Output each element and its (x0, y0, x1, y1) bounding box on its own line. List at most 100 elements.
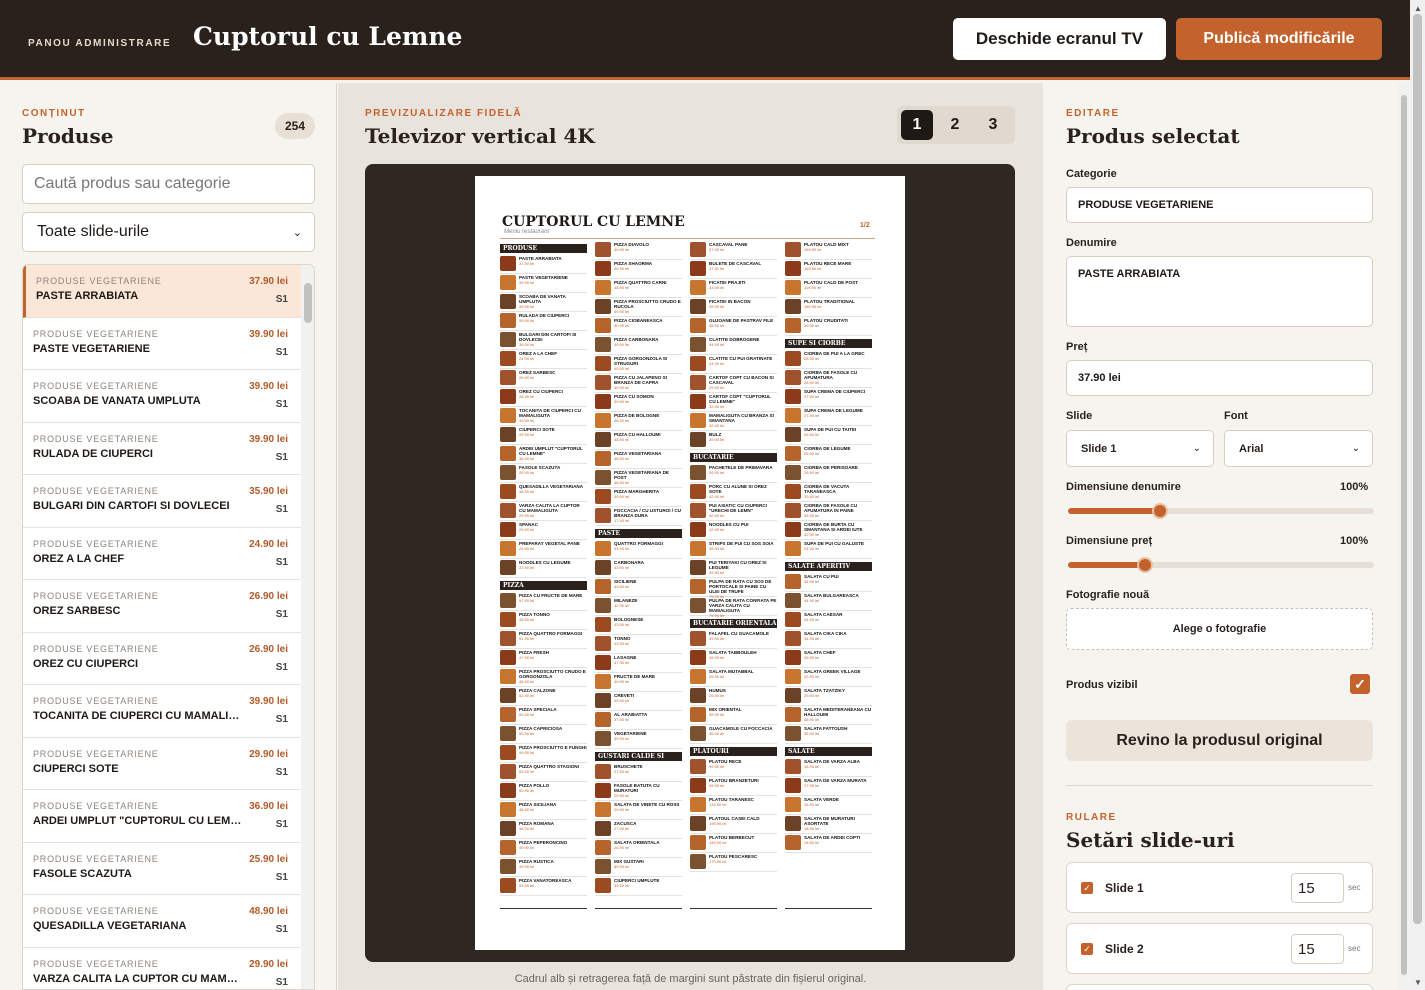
menu-item: PIZZA PROSCIUTTO E FUNGHI 49.90 lei (500, 744, 587, 763)
edit-kicker: EDITARE (1066, 108, 1120, 119)
open-tv-screen-button[interactable]: Deschide ecranul TV (953, 18, 1166, 60)
menu-item-price: 49.90 lei (614, 385, 630, 390)
product-category: PRODUSE VEGETARIENE (33, 906, 159, 916)
menu-item-price: 26.90 lei (519, 394, 535, 399)
slide-enabled-checkbox[interactable]: ✓ (1081, 882, 1093, 894)
menu-item-thumbnail (690, 816, 706, 831)
product-list-item[interactable]: PRODUSE VEGETARIENE PASTE ARRABIATA 37.90 … (23, 265, 314, 318)
menu-item-thumbnail (785, 688, 801, 703)
menu-item-name: PULPA DE RATA CU SOS DE PORTOCALE SI PAI… (709, 579, 772, 594)
page-button-3[interactable]: 3 (977, 110, 1009, 140)
product-slide: S1 (275, 714, 288, 725)
slide-select[interactable]: Slide 1 ⌄ (1066, 430, 1214, 467)
menu-item-price: 26.90 lei (614, 845, 630, 850)
slide-duration-input[interactable]: 15 (1291, 934, 1344, 964)
scrollbar-thumb[interactable] (1413, 14, 1422, 924)
product-list-item[interactable]: PRODUSE VEGETARIENE RULADA DE CIUPERCI 39.… (23, 422, 314, 475)
menu-item: PIZZA SICILIANA 48.90 lei (500, 801, 587, 820)
menu-item-thumbnail (785, 465, 801, 480)
menu-item-thumbnail (500, 745, 516, 760)
publish-changes-button[interactable]: Publică modificările (1176, 18, 1382, 60)
product-list-item[interactable]: PRODUSE VEGETARIENE PASTE VEGETARIENE 39.9… (23, 317, 314, 370)
menu-item: RULADA DE CIUPERCI 39.90 lei (500, 312, 587, 331)
slide-duration-input[interactable]: 15 (1291, 873, 1344, 903)
menu-item: PIZZA SHAORMA 49.90 lei (595, 260, 682, 279)
font-select[interactable]: Arial ⌄ (1224, 430, 1373, 467)
product-list-item[interactable]: PRODUSE VEGETARIENE QUESADILLA VEGETARIAN… (23, 895, 314, 948)
menu-item: ZACUSCA 27.90 lei (595, 820, 682, 839)
menu-item-price: 39.90 lei (709, 304, 725, 309)
product-list-item[interactable]: PRODUSE VEGETARIENE ARDEI UMPLUT "CUPTORU… (23, 790, 314, 843)
menu-item: PASTE VEGETARIENE 39.90 lei (500, 274, 587, 293)
menu-item-price: 49.90 lei (709, 570, 725, 575)
menu-item: PIZZA MARGHERITA 39.90 lei (595, 488, 682, 507)
choose-photo-button[interactable]: Alege o fotografie (1066, 608, 1373, 650)
menu-item: CASCAVAL PANE 37.90 lei (690, 241, 777, 260)
menu-item-price: 42.90 lei (614, 603, 630, 608)
scroll-down-arrow-icon[interactable]: ▼ (1414, 978, 1422, 987)
menu-item-thumbnail (785, 280, 801, 295)
menu-item-price: 29.90 lei (804, 494, 820, 499)
product-name: OREZ CU CIUPERCI (33, 657, 139, 670)
product-search-input[interactable] (22, 164, 315, 204)
name-size-thumb[interactable] (1151, 503, 1168, 519)
category-field[interactable]: PRODUSE VEGETARIENE (1066, 187, 1373, 223)
menu-item: SALATA CIKA CIKA 34.90 lei (785, 630, 872, 649)
menu-item-thumbnail (595, 451, 611, 466)
product-list-item[interactable]: PRODUSE VEGETARIENE TOCANITA DE CIUPERCI … (23, 685, 314, 738)
slide-setting-row (1066, 984, 1373, 990)
product-list-item[interactable]: PRODUSE VEGETARIENE VARZA CALITA LA CUPTO… (23, 947, 314, 989)
name-textarea[interactable]: PASTE ARRABIATA (1066, 256, 1373, 327)
product-list-item[interactable]: PRODUSE VEGETARIENE SCOABA DE VANATA UMPL… (23, 370, 314, 423)
menu-item-price: 48.90 lei (614, 456, 630, 461)
menu-item-thumbnail (595, 674, 611, 689)
price-field[interactable]: 37.90 lei (1066, 360, 1373, 396)
menu-item-price: 29.90 lei (804, 693, 820, 698)
menu-item: PLATOU TARANESC 134.90 lei (690, 796, 777, 815)
menu-item-thumbnail (500, 465, 516, 480)
slide-enabled-checkbox[interactable]: ✓ (1081, 943, 1093, 955)
name-size-slider[interactable] (1068, 503, 1374, 519)
menu-item-price: 33.90 lei (709, 285, 725, 290)
price-size-slider[interactable] (1068, 557, 1374, 573)
menu-item: SALATA DE VINETE CU ROSII 29.90 lei (595, 801, 682, 820)
page-button-1[interactable]: 1 (901, 110, 933, 140)
product-list-item[interactable]: PRODUSE VEGETARIENE FASOLE SCAZUTA 25.90 l… (23, 842, 314, 895)
menu-item-price: 27.90 lei (614, 769, 630, 774)
list-scrollbar[interactable] (301, 265, 314, 989)
menu-item: MILANEZE 42.90 lei (595, 597, 682, 616)
product-list-item[interactable]: PRODUSE VEGETARIENE OREZ SARBESC 26.90 lei… (23, 580, 314, 633)
menu-item-thumbnail (500, 351, 516, 366)
menu-item-thumbnail (785, 816, 801, 831)
menu-item: SALATA GREEK VILLAGE 42.90 lei (785, 668, 872, 687)
price-label: Preț (1066, 341, 1088, 353)
menu-item-price: 169.90 lei (804, 266, 822, 271)
menu-item-price: 199.90 lei (709, 821, 727, 826)
menu-item: CREVETI 49.90 lei (595, 692, 682, 711)
menu-item-thumbnail (595, 432, 611, 447)
product-price: 25.90 lei (249, 853, 288, 865)
product-list-item[interactable]: PRODUSE VEGETARIENE OREZ A LA CHEF 24.90 l… (23, 527, 314, 580)
menu-item-thumbnail (595, 579, 611, 594)
page-button-2[interactable]: 2 (939, 110, 971, 140)
product-list-item[interactable]: PRODUSE VEGETARIENE CIUPERCI SOTE 29.90 le… (23, 737, 314, 790)
price-size-thumb[interactable] (1136, 557, 1153, 573)
slide-filter-select[interactable]: Toate slide-urile ⌄ (22, 212, 315, 252)
editor-scrollbar[interactable] (1398, 83, 1410, 990)
font-select-value: Arial (1239, 442, 1264, 455)
product-visible-checkbox[interactable]: ✓ (1350, 674, 1370, 694)
menu-item-price: 59.90 lei (709, 712, 725, 717)
menu-category-header: BUCATARIE ORIENTALA (690, 619, 777, 628)
revert-product-button[interactable]: Revino la produsul original (1066, 720, 1373, 761)
product-list-item[interactable]: PRODUSE VEGETARIENE BULGARI DIN CARTOFI S… (23, 475, 314, 528)
scroll-up-arrow-icon[interactable]: ▲ (1414, 4, 1422, 13)
product-price: 39.90 lei (249, 328, 288, 340)
window-scrollbar[interactable]: ▲ ▼ (1410, 0, 1425, 990)
product-name: QUESADILLA VEGETARIANA (33, 920, 187, 932)
menu-item-price: 29.90 lei (519, 546, 535, 551)
product-list-item[interactable]: PRODUSE VEGETARIENE OREZ CU CIUPERCI 26.90… (23, 632, 314, 685)
menu-item-thumbnail (595, 280, 611, 295)
selected-product-title: Produs selectat (1066, 124, 1240, 148)
menu-item-thumbnail (690, 503, 706, 518)
menu-item-thumbnail (500, 783, 516, 798)
